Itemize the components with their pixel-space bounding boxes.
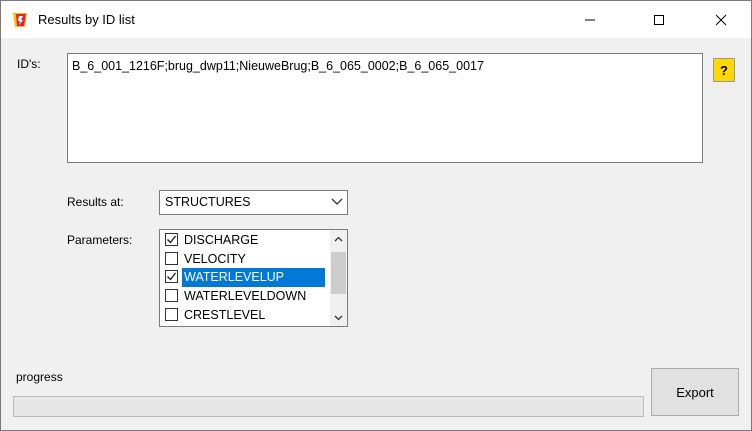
list-item[interactable]: DISCHARGE (162, 231, 325, 250)
list-item[interactable]: VELOCITY (162, 250, 325, 269)
list-item[interactable]: WATERLEVELDOWN (162, 287, 325, 306)
scroll-thumb[interactable] (331, 252, 346, 294)
results-by-id-window: Results by ID list ID's: B_6_001_1216F;b… (0, 0, 752, 431)
checkbox[interactable] (165, 233, 178, 246)
list-item[interactable]: WATERLEVELUP (162, 268, 325, 287)
list-item-label: WATERLEVELUP (182, 268, 325, 287)
results-at-label: Results at: (67, 195, 124, 209)
checkmark-icon (167, 235, 177, 244)
list-item[interactable]: CRESTLEVEL (162, 306, 325, 325)
close-icon (715, 14, 727, 25)
progress-bar (13, 396, 644, 417)
close-button[interactable] (698, 1, 744, 38)
checkbox[interactable] (165, 252, 178, 265)
maximize-button[interactable] (636, 1, 682, 38)
parameters-checklist[interactable]: DISCHARGE VELOCITY WATERLEVELUP WATERLEV… (159, 229, 348, 327)
maximize-icon (654, 14, 664, 25)
scroll-down-button[interactable] (330, 309, 347, 326)
title-bar[interactable]: Results by ID list (1, 1, 751, 38)
ids-label: ID's: (17, 57, 41, 71)
chevron-up-icon (334, 236, 343, 241)
chevron-down-icon (331, 198, 343, 205)
checkbox[interactable] (165, 270, 178, 283)
results-at-value: STRUCTURES (165, 195, 251, 209)
list-item-label: CRESTLEVEL (184, 308, 266, 322)
ids-textbox[interactable]: B_6_001_1216F;brug_dwp11;NieuweBrug;B_6_… (67, 53, 703, 163)
list-item-label: VELOCITY (184, 252, 246, 266)
export-button[interactable]: Export (651, 368, 739, 416)
checkmark-icon (167, 272, 177, 281)
progress-label: progress (16, 370, 63, 384)
help-button[interactable]: ? (713, 58, 735, 82)
window-title: Results by ID list (38, 12, 135, 27)
minimize-icon (585, 19, 595, 20)
minimize-button[interactable] (567, 1, 613, 38)
scroll-up-button[interactable] (330, 230, 347, 247)
checkbox[interactable] (165, 289, 178, 302)
list-item-label: DISCHARGE (184, 233, 259, 247)
app-logo-icon (13, 13, 27, 27)
results-at-dropdown[interactable]: STRUCTURES (159, 190, 348, 215)
list-item-label: WATERLEVELDOWN (184, 289, 307, 303)
chevron-down-icon (334, 315, 343, 320)
checkbox[interactable] (165, 308, 178, 321)
parameters-label: Parameters: (67, 233, 133, 247)
list-scrollbar[interactable] (330, 230, 347, 326)
